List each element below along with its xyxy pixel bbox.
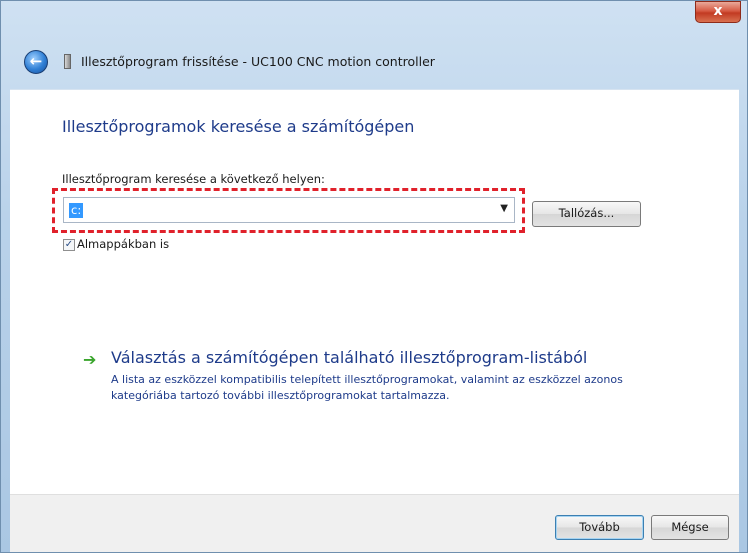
page-title: Illesztőprogramok keresése a számítógépe… [62, 117, 415, 136]
main-content: Illesztőprogramok keresése a számítógépe… [10, 89, 739, 495]
browse-button[interactable]: Tallózás... [532, 201, 641, 227]
location-combobox[interactable]: c: ▼ [63, 197, 515, 223]
chevron-down-icon[interactable]: ▼ [500, 203, 508, 214]
choose-description: A lista az eszközzel kompatibilis telepí… [111, 373, 623, 402]
title-bar: x ← Illesztőprogram frissítése - UC100 C… [1, 1, 747, 89]
choose-title[interactable]: Választás a számítógépen található illes… [111, 348, 587, 367]
subfolder-label[interactable]: Almappákban is [77, 237, 169, 251]
green-arrow-icon: ➔ [83, 350, 97, 369]
subfolder-checkbox[interactable]: ✓ [63, 239, 75, 251]
cancel-button[interactable]: Mégse [651, 515, 729, 540]
button-bar: Tovább Mégse [10, 494, 739, 552]
dialog-window: x ← Illesztőprogram frissítése - UC100 C… [0, 0, 748, 553]
window-title: Illesztőprogram frissítése - UC100 CNC m… [81, 54, 435, 69]
location-label: Illesztőprogram keresése a következő hel… [62, 172, 325, 186]
close-button[interactable]: x [695, 1, 741, 23]
next-button[interactable]: Tovább [555, 515, 644, 540]
back-arrow-icon[interactable]: ← [24, 50, 48, 74]
location-value[interactable]: c: [69, 203, 84, 218]
device-icon [64, 54, 71, 69]
